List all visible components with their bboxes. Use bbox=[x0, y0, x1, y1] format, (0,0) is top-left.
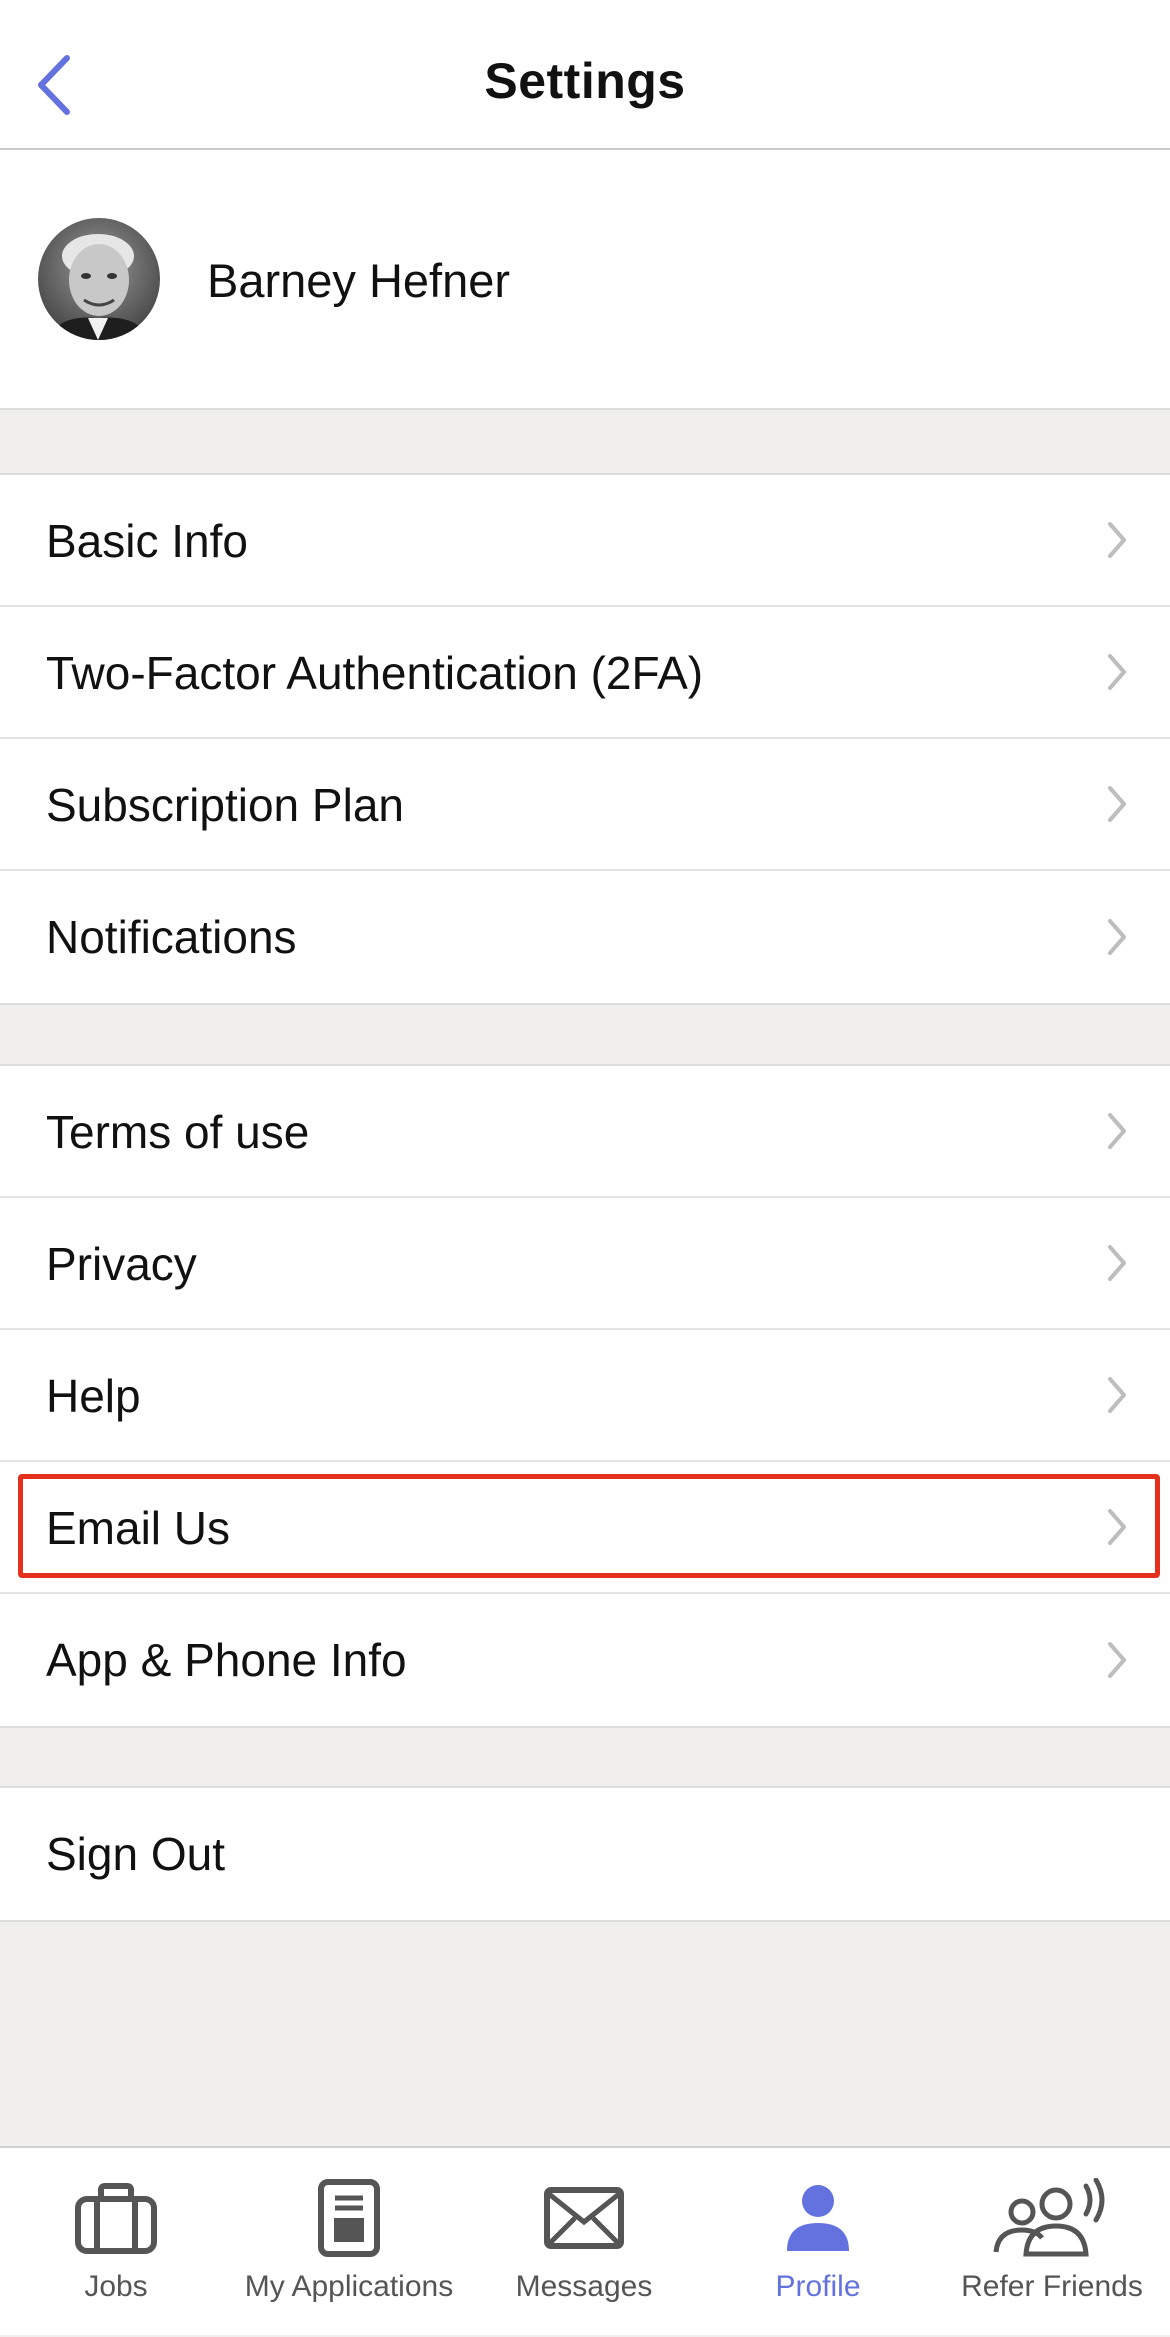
chevron-right-icon bbox=[1108, 919, 1126, 955]
row-label: Email Us bbox=[46, 1502, 231, 1554]
envelope-icon bbox=[544, 2187, 624, 2249]
chevron-right-icon bbox=[1108, 1113, 1126, 1149]
info-settings-group: Terms of use Privacy Help Email Us App &… bbox=[0, 1064, 1170, 1728]
tab-my-applications[interactable]: My Applications bbox=[234, 2148, 464, 2337]
tab-label: Profile bbox=[775, 2270, 861, 2303]
tab-messages[interactable]: Messages bbox=[500, 2148, 668, 2337]
chevron-right-icon bbox=[1108, 522, 1126, 558]
settings-row-notifications[interactable]: Notifications bbox=[0, 871, 1170, 1003]
settings-row-privacy[interactable]: Privacy bbox=[0, 1198, 1170, 1330]
chevron-right-icon bbox=[1108, 1509, 1126, 1545]
settings-row-basic-info[interactable]: Basic Info bbox=[0, 475, 1170, 607]
applications-icon bbox=[318, 2179, 380, 2257]
sign-out-button[interactable]: Sign Out bbox=[0, 1788, 1170, 1920]
tab-label: Refer Friends bbox=[961, 2270, 1143, 2303]
row-label: Notifications bbox=[46, 911, 297, 963]
person-icon bbox=[787, 2185, 849, 2251]
settings-row-email-us[interactable]: Email Us bbox=[0, 1462, 1170, 1594]
profile-name: Barney Hefner bbox=[207, 254, 511, 307]
row-label: Help bbox=[46, 1370, 141, 1422]
tab-refer-friends[interactable]: Refer Friends bbox=[954, 2148, 1150, 2337]
avatar bbox=[38, 218, 160, 340]
page-title: Settings bbox=[484, 53, 686, 109]
refer-friends-icon bbox=[993, 2178, 1105, 2257]
tab-bar: Jobs My Applications Messages Profile Re… bbox=[0, 2146, 1170, 2335]
tab-profile[interactable]: Profile bbox=[748, 2148, 888, 2337]
settings-row-terms-of-use[interactable]: Terms of use bbox=[0, 1066, 1170, 1198]
navigation-bar: Settings bbox=[0, 0, 1170, 150]
chevron-right-icon bbox=[1108, 786, 1126, 822]
row-label: Privacy bbox=[46, 1238, 197, 1290]
row-label: App & Phone Info bbox=[46, 1634, 407, 1686]
account-settings-group: Basic Info Two-Factor Authentication (2F… bbox=[0, 473, 1170, 1005]
signout-group: Sign Out bbox=[0, 1786, 1170, 1922]
chevron-right-icon bbox=[1108, 1377, 1126, 1413]
tab-label: My Applications bbox=[244, 2270, 454, 2303]
chevron-right-icon bbox=[1108, 654, 1126, 690]
settings-row-two-factor[interactable]: Two-Factor Authentication (2FA) bbox=[0, 607, 1170, 739]
settings-row-subscription-plan[interactable]: Subscription Plan bbox=[0, 739, 1170, 871]
chevron-right-icon bbox=[1108, 1642, 1126, 1678]
settings-row-help[interactable]: Help bbox=[0, 1330, 1170, 1462]
tab-label: Jobs bbox=[84, 2270, 148, 2303]
profile-card[interactable]: Barney Hefner bbox=[0, 150, 1170, 410]
row-label: Two-Factor Authentication (2FA) bbox=[46, 647, 704, 699]
row-label: Terms of use bbox=[46, 1106, 310, 1158]
row-label: Sign Out bbox=[46, 1828, 225, 1880]
row-label: Subscription Plan bbox=[46, 779, 404, 831]
briefcase-icon bbox=[75, 2183, 157, 2254]
tab-jobs[interactable]: Jobs bbox=[40, 2148, 192, 2337]
chevron-right-icon bbox=[1108, 1245, 1126, 1281]
row-label: Basic Info bbox=[46, 515, 248, 567]
tab-label: Messages bbox=[515, 2270, 653, 2303]
settings-row-app-phone-info[interactable]: App & Phone Info bbox=[0, 1594, 1170, 1726]
